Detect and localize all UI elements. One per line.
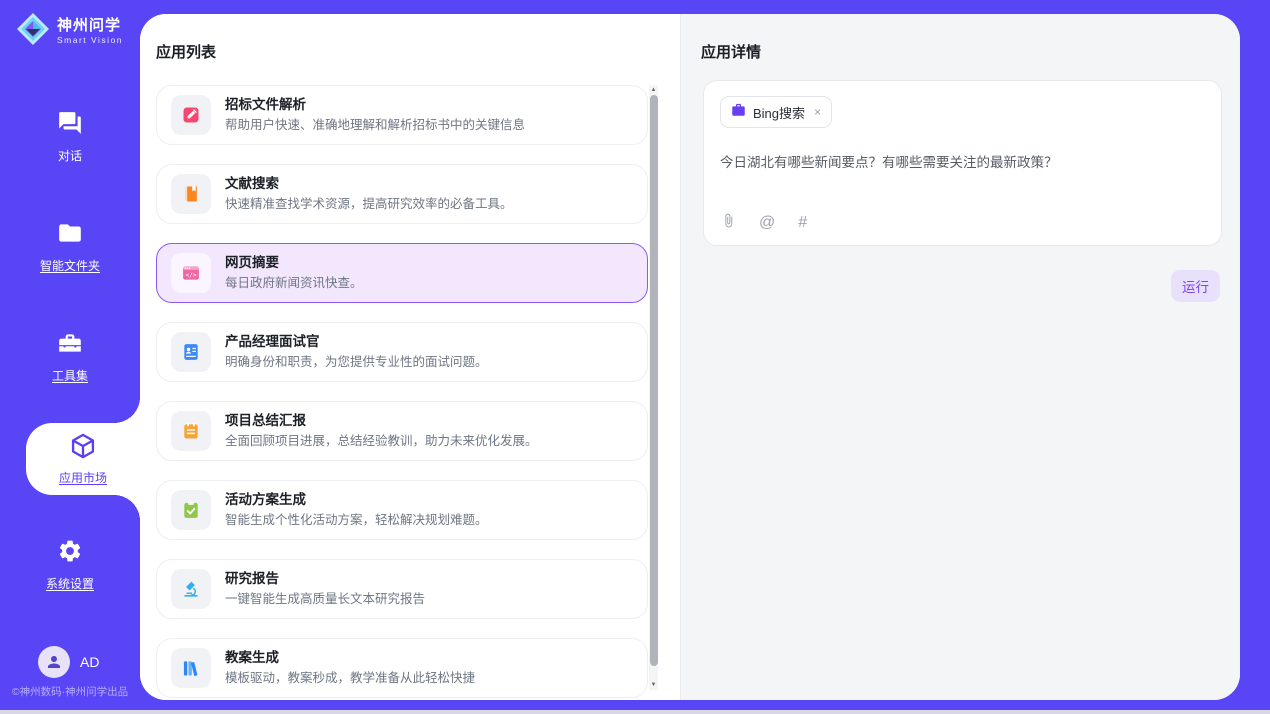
book-icon [181, 184, 201, 204]
prompt-card: Bing搜索 × 今日湖北有哪些新闻要点？有哪些需要关注的最新政策？ @ # [703, 80, 1222, 246]
icon-tile: </> [171, 253, 211, 293]
app-list-title: 应用列表 [156, 41, 216, 62]
app-desc: 快速精准查找学术资源，提高研究效率的必备工具。 [225, 197, 513, 212]
tool-tag-bing-search[interactable]: Bing搜索 × [720, 96, 832, 128]
chat-icon [57, 110, 83, 141]
sidebar-item-app-market[interactable]: 应用市场 [26, 423, 140, 495]
user-account[interactable]: AD [38, 646, 99, 678]
icon-tile [171, 332, 211, 372]
brand-name: 神州问学 [57, 18, 123, 33]
doc-edit-icon [181, 105, 201, 125]
app-name: 文献搜索 [225, 176, 513, 192]
app-name: 项目总结汇报 [225, 413, 538, 429]
sidebar-item-label: 智能文件夹 [40, 257, 100, 274]
resume-icon [181, 342, 201, 362]
list-item-bid-analysis[interactable]: 招标文件解析 帮助用户快速、准确地理解和解析招标书中的关键信息 [156, 85, 648, 145]
briefcase-icon [731, 102, 746, 122]
sidebar-item-settings[interactable]: 系统设置 [0, 538, 140, 592]
copyright-footer: ©神州数码·神州问学出品 [0, 684, 140, 699]
app-name: 招标文件解析 [225, 97, 525, 113]
app-detail-pane: 应用详情 Bing搜索 × 今日湖北有哪些新闻要点？有哪些需要关注的最新政策？ … [680, 14, 1240, 700]
mention-icon[interactable]: @ [759, 215, 775, 231]
sidebar-item-toolset[interactable]: 工具集 [0, 330, 140, 384]
list-item-activity-plan[interactable]: 活动方案生成 智能生成个性化活动方案，轻松解决规划难题。 [156, 480, 648, 540]
clipboard-check-icon [181, 500, 201, 520]
app-window: 神州问学 Smart Vision 对话 智能文件夹 工具集 [0, 0, 1270, 714]
sidebar-item-label: 工具集 [52, 367, 88, 384]
app-name: 活动方案生成 [225, 492, 488, 508]
avatar [38, 646, 70, 678]
app-name: 教案生成 [225, 650, 475, 666]
app-detail-title: 应用详情 [701, 41, 761, 62]
sidebar-item-label: 系统设置 [46, 575, 94, 592]
app-name: 网页摘要 [225, 255, 363, 271]
run-button[interactable]: 运行 [1171, 270, 1220, 302]
hash-icon[interactable]: # [798, 215, 807, 231]
bottom-edge-strip [0, 710, 1270, 714]
scrollbar-thumb[interactable] [650, 95, 658, 666]
list-item-lesson-plan[interactable]: 教案生成 模板驱动，教案秒成，教学准备从此轻松快捷 [156, 638, 648, 698]
books-icon [181, 658, 201, 678]
app-desc: 明确身份和职责，为您提供专业性的面试问题。 [225, 355, 488, 370]
app-desc: 帮助用户快速、准确地理解和解析招标书中的关键信息 [225, 118, 525, 133]
scroll-down-icon[interactable]: ▼ [649, 680, 658, 690]
icon-tile [171, 648, 211, 688]
diamond-logo-icon [16, 12, 50, 51]
content-panel: 应用列表 招标文件解析 帮助用户快速、准确地理解和解析招标书中的关键信息 [140, 14, 1240, 700]
brand-subtitle: Smart Vision [57, 36, 123, 45]
sidebar: 神州问学 Smart Vision 对话 智能文件夹 工具集 [0, 0, 140, 714]
notepad-icon [181, 421, 201, 441]
microscope-icon [181, 579, 201, 599]
toolbox-icon [57, 330, 83, 361]
list-item-pm-interviewer[interactable]: 产品经理面试官 明确身份和职责，为您提供专业性的面试问题。 [156, 322, 648, 382]
sidebar-item-chat[interactable]: 对话 [0, 110, 140, 164]
icon-tile [171, 174, 211, 214]
icon-tile [171, 95, 211, 135]
app-desc: 每日政府新闻资讯快查。 [225, 276, 363, 291]
list-item-literature-search[interactable]: 文献搜索 快速精准查找学术资源，提高研究效率的必备工具。 [156, 164, 648, 224]
icon-tile [171, 490, 211, 530]
prompt-text[interactable]: 今日湖北有哪些新闻要点？有哪些需要关注的最新政策？ [720, 154, 1205, 173]
gear-icon [57, 538, 83, 569]
sidebar-item-label: 对话 [58, 147, 82, 164]
composer-toolbar: @ # [721, 213, 807, 233]
list-scrollbar[interactable]: ▲ ▼ [649, 85, 658, 690]
cube-icon [69, 432, 97, 465]
app-list-pane: 应用列表 招标文件解析 帮助用户快速、准确地理解和解析招标书中的关键信息 [140, 14, 680, 700]
sidebar-item-smart-folder[interactable]: 智能文件夹 [0, 220, 140, 274]
icon-tile [171, 569, 211, 609]
icon-tile [171, 411, 211, 451]
svg-text:</>: </> [185, 272, 197, 279]
list-item-project-summary[interactable]: 项目总结汇报 全面回顾项目进展，总结经验教训，助力未来优化发展。 [156, 401, 648, 461]
user-name: AD [80, 654, 99, 670]
list-item-research-report[interactable]: 研究报告 一键智能生成高质量长文本研究报告 [156, 559, 648, 619]
browser-code-icon: </> [181, 263, 201, 283]
app-list: 招标文件解析 帮助用户快速、准确地理解和解析招标书中的关键信息 文献搜索 快速精… [156, 85, 648, 700]
app-desc: 模板驱动，教案秒成，教学准备从此轻松快捷 [225, 671, 475, 686]
app-desc: 全面回顾项目进展，总结经验教训，助力未来优化发展。 [225, 434, 538, 449]
tool-tag-label: Bing搜索 [753, 103, 805, 122]
folder-icon [57, 220, 83, 251]
app-name: 研究报告 [225, 571, 425, 587]
scroll-up-icon[interactable]: ▲ [649, 85, 658, 95]
list-item-web-summary[interactable]: </> 网页摘要 每日政府新闻资讯快查。 [156, 243, 648, 303]
paperclip-icon[interactable] [721, 213, 736, 233]
brand-logo: 神州问学 Smart Vision [16, 12, 123, 51]
app-desc: 一键智能生成高质量长文本研究报告 [225, 592, 425, 607]
close-icon[interactable]: × [814, 105, 821, 119]
app-desc: 智能生成个性化活动方案，轻松解决规划难题。 [225, 513, 488, 528]
sidebar-item-label: 应用市场 [59, 469, 107, 486]
app-name: 产品经理面试官 [225, 334, 488, 350]
